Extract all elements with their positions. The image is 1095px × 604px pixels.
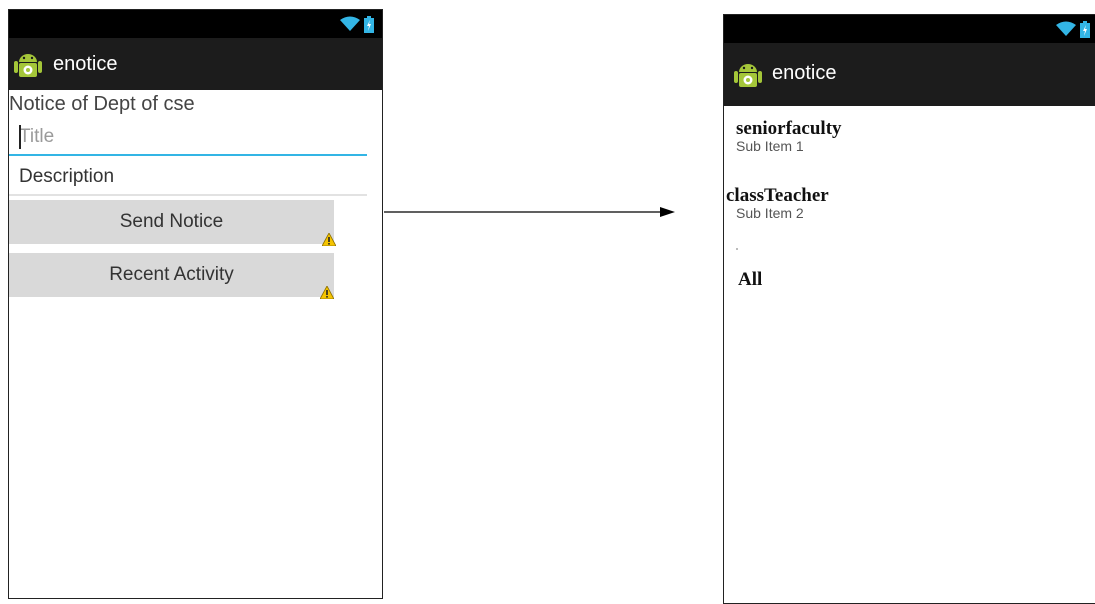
action-bar: enotice [724,43,1095,106]
android-app-icon [14,54,42,77]
page-heading: Notice of Dept of cse [9,93,195,115]
arrow-right-icon [384,207,675,217]
wifi-icon [1056,21,1076,36]
wifi-icon [340,16,360,31]
send-notice-button[interactable]: Send Notice [9,200,334,244]
list-item-seniorfaculty[interactable]: seniorfaculty Sub Item 1 [736,118,842,154]
status-bar [9,10,382,38]
phone-screen-right: enotice seniorfaculty Sub Item 1 classTe… [723,14,1095,604]
text-cursor [19,125,21,149]
status-bar [724,15,1095,43]
description-field[interactable] [9,160,367,196]
warning-icon [320,286,334,299]
status-icons [1056,20,1090,38]
battery-icon [1080,20,1090,38]
list-item-classteacher[interactable]: classTeacher Sub Item 2 [726,185,829,221]
list-item-all[interactable]: All [738,270,762,290]
android-app-icon [734,64,762,87]
title-field[interactable] [9,120,367,156]
app-title: enotice [53,53,118,75]
list-item-subtitle: Sub Item 1 [736,138,804,154]
title-input[interactable] [9,120,367,154]
list-item-subtitle: Sub Item 2 [736,205,804,221]
action-bar: enotice [9,38,382,90]
list-item-title: seniorfaculty [736,118,842,139]
app-title: enotice [772,62,837,84]
divider-dot [736,248,738,250]
list-item-title: All [738,269,763,290]
recent-activity-button[interactable]: Recent Activity [9,253,334,297]
status-icons [340,15,374,33]
battery-icon [364,15,374,33]
list-item-title: classTeacher [726,185,829,206]
warning-icon [322,233,336,246]
description-input[interactable] [9,160,367,194]
phone-screen-left: enotice Notice of Dept of cse Send Notic… [8,9,383,599]
